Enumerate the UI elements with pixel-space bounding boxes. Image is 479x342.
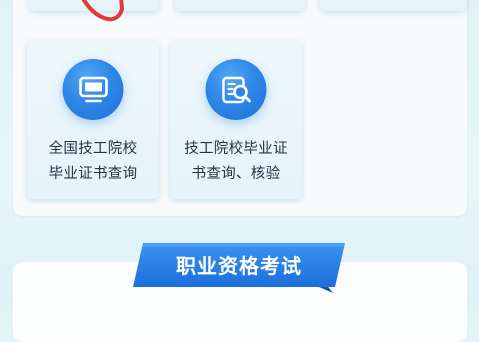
- certificate-search-icon: [205, 59, 267, 120]
- card-title-line-1: 技工院校毕业证: [184, 141, 288, 157]
- service-card-top-3[interactable]: [320, 0, 466, 11]
- pointing-hand-icon: [81, 0, 124, 22]
- certificate-verification-card[interactable]: 技工院校毕业证 书查询、核验: [170, 40, 302, 199]
- card-title: 全国技工院校 毕业证书查询: [27, 137, 159, 187]
- graduation-certificate-query-card[interactable]: 全国技工院校 毕业证书查询: [27, 40, 159, 199]
- card-title-line-2: 毕业证书查询: [48, 166, 138, 182]
- card-title-line-2: 书查询、核验: [191, 166, 281, 182]
- card-title: 技工院校毕业证 书查询、核验: [170, 137, 302, 187]
- monitor-icon: [62, 59, 124, 120]
- card-title-line-1: 全国技工院校: [48, 141, 138, 157]
- section-title: 职业资格考试: [176, 254, 302, 278]
- service-card-top-2[interactable]: [175, 0, 305, 11]
